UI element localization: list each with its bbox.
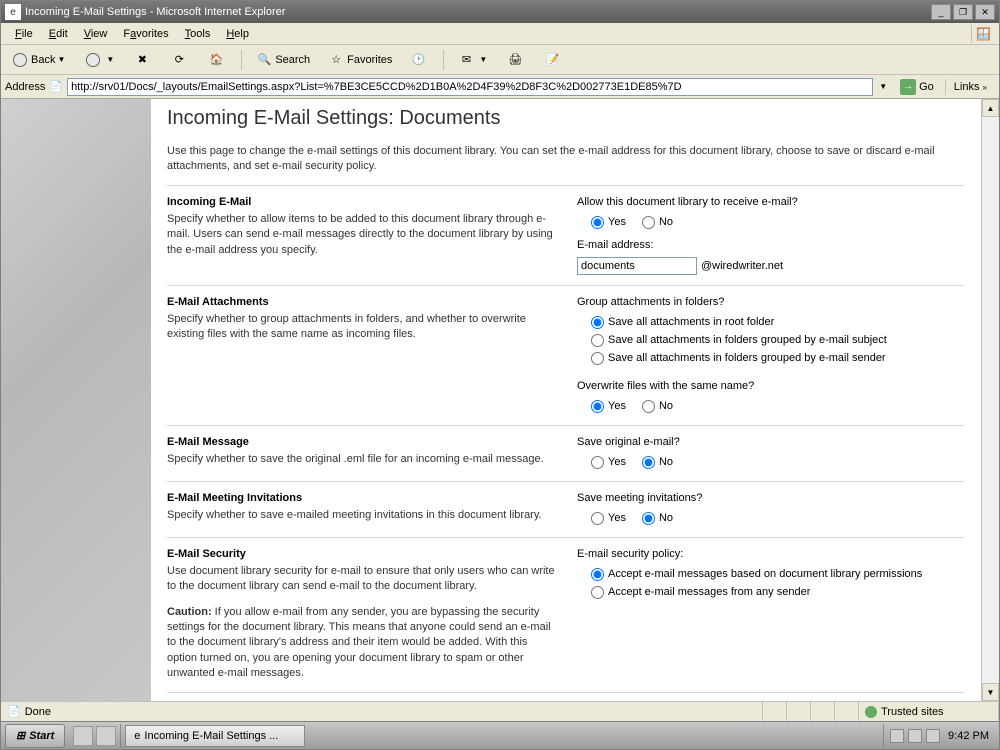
email-domain: @wiredwriter.net	[701, 260, 783, 272]
print-button[interactable]: 🖨	[500, 49, 533, 71]
stop-button[interactable]: ✖	[127, 49, 160, 71]
page-intro: Use this page to change the e-mail setti…	[167, 144, 965, 175]
clock: 9:42 PM	[944, 730, 993, 742]
menu-help[interactable]: Help	[218, 26, 257, 42]
meeting-no[interactable]: No	[642, 512, 673, 525]
incoming-heading: Incoming E-Mail	[167, 196, 557, 208]
incoming-question: Allow this document library to receive e…	[577, 196, 965, 208]
home-button[interactable]: 🏠	[201, 49, 234, 71]
menu-tools[interactable]: Tools	[177, 26, 219, 42]
main-column: Incoming E-Mail Settings: Documents Use …	[151, 99, 981, 701]
section-security: E-Mail Security Use document library sec…	[167, 537, 965, 692]
page-title: Incoming E-Mail Settings: Documents	[167, 107, 965, 130]
button-row: OK Cancel	[167, 692, 965, 701]
vertical-scrollbar[interactable]: ▲ ▼	[981, 99, 999, 701]
forward-button[interactable]: ▼	[78, 49, 123, 71]
back-button[interactable]: Back▼	[5, 49, 74, 71]
security-q1: E-mail security policy:	[577, 548, 965, 560]
tray-icon[interactable]	[890, 729, 904, 743]
scroll-up-button[interactable]: ▲	[982, 99, 999, 117]
menu-view[interactable]: View	[76, 26, 116, 42]
attach-heading: E-Mail Attachments	[167, 296, 557, 308]
attach-opt3[interactable]: Save all attachments in folders grouped …	[591, 352, 965, 365]
attach-q2: Overwrite files with the same name?	[577, 380, 965, 392]
shield-icon	[865, 706, 877, 718]
email-input[interactable]	[577, 257, 697, 275]
attach-q1: Group attachments in folders?	[577, 296, 965, 308]
section-attachments: E-Mail Attachments Specify whether to gr…	[167, 285, 965, 425]
menu-edit[interactable]: Edit	[41, 26, 76, 42]
menu-file[interactable]: File	[7, 26, 41, 42]
quick-launch-item[interactable]	[96, 726, 116, 746]
edit-button[interactable]: 📝	[537, 49, 570, 71]
ie-logo-icon: 🪟	[971, 25, 995, 43]
close-button[interactable]: ✕	[975, 4, 995, 20]
security-opt2[interactable]: Accept e-mail messages from any sender	[591, 586, 965, 599]
toolbar: Back▼ ▼ ✖ ⟳ 🏠 🔍Search ☆Favorites 🕑 ✉▼ 🖨 …	[1, 45, 999, 75]
address-input[interactable]	[67, 78, 873, 96]
system-tray: 9:42 PM	[883, 724, 999, 748]
message-desc: Specify whether to save the original .em…	[167, 452, 557, 467]
address-bar: Address 📄 ▼ →Go Links »	[1, 75, 999, 99]
section-message: E-Mail Message Specify whether to save t…	[167, 425, 965, 481]
window-title: Incoming E-Mail Settings - Microsoft Int…	[25, 6, 285, 18]
quick-launch-item[interactable]	[73, 726, 93, 746]
browser-window: e Incoming E-Mail Settings - Microsoft I…	[0, 0, 1000, 750]
content-area: Incoming E-Mail Settings: Documents Use …	[1, 99, 999, 701]
titlebar: e Incoming E-Mail Settings - Microsoft I…	[1, 1, 999, 23]
restore-button[interactable]: ❐	[953, 4, 973, 20]
left-margin	[1, 99, 151, 701]
incoming-desc: Specify whether to allow items to be add…	[167, 212, 557, 258]
go-button[interactable]: →Go	[893, 77, 941, 97]
start-button[interactable]: ⊞Start	[5, 724, 65, 748]
menu-favorites[interactable]: Favorites	[115, 26, 176, 42]
status-text: 📄Done	[1, 702, 763, 721]
favorites-button[interactable]: ☆Favorites	[321, 49, 399, 71]
email-label: E-mail address:	[577, 239, 965, 251]
meeting-desc: Specify whether to save e-mailed meeting…	[167, 508, 557, 523]
ie-icon: e	[5, 4, 21, 20]
security-desc: Use document library security for e-mail…	[167, 564, 557, 595]
refresh-button[interactable]: ⟳	[164, 49, 197, 71]
address-dropdown[interactable]: ▼	[877, 82, 889, 91]
message-q1: Save original e-mail?	[577, 436, 965, 448]
tray-icon[interactable]	[926, 729, 940, 743]
security-opt1[interactable]: Accept e-mail messages based on document…	[591, 568, 965, 581]
mail-button[interactable]: ✉▼	[451, 49, 496, 71]
incoming-no[interactable]: No	[642, 216, 673, 229]
meeting-heading: E-Mail Meeting Invitations	[167, 492, 557, 504]
message-heading: E-Mail Message	[167, 436, 557, 448]
status-bar: 📄Done Trusted sites	[1, 701, 999, 721]
overwrite-yes[interactable]: Yes	[591, 400, 626, 413]
quick-launch	[69, 724, 121, 748]
windows-icon: ⊞	[16, 729, 25, 742]
attach-desc: Specify whether to group attachments in …	[167, 312, 557, 343]
overwrite-no[interactable]: No	[642, 400, 673, 413]
security-caution: Caution: If you allow e-mail from any se…	[167, 605, 557, 682]
attach-opt1[interactable]: Save all attachments in root folder	[591, 316, 965, 329]
security-heading: E-Mail Security	[167, 548, 557, 560]
saveeml-no[interactable]: No	[642, 456, 673, 469]
ie-icon: e	[134, 730, 140, 742]
page-icon: 📄	[49, 80, 63, 93]
tray-icon[interactable]	[908, 729, 922, 743]
history-button[interactable]: 🕑	[403, 49, 436, 71]
saveeml-yes[interactable]: Yes	[591, 456, 626, 469]
search-button[interactable]: 🔍Search	[249, 49, 317, 71]
section-meeting: E-Mail Meeting Invitations Specify wheth…	[167, 481, 965, 537]
meeting-q1: Save meeting invitations?	[577, 492, 965, 504]
attach-opt2[interactable]: Save all attachments in folders grouped …	[591, 334, 965, 347]
links-button[interactable]: Links »	[945, 79, 995, 95]
taskbar: ⊞Start eIncoming E-Mail Settings ... 9:4…	[1, 721, 999, 749]
menu-bar: File Edit View Favorites Tools Help 🪟	[1, 23, 999, 45]
minimize-button[interactable]: _	[931, 4, 951, 20]
task-button[interactable]: eIncoming E-Mail Settings ...	[125, 725, 305, 747]
section-incoming: Incoming E-Mail Specify whether to allow…	[167, 185, 965, 285]
address-label: Address	[5, 81, 45, 93]
incoming-yes[interactable]: Yes	[591, 216, 626, 229]
security-zone: Trusted sites	[859, 702, 999, 721]
scroll-down-button[interactable]: ▼	[982, 683, 999, 701]
meeting-yes[interactable]: Yes	[591, 512, 626, 525]
